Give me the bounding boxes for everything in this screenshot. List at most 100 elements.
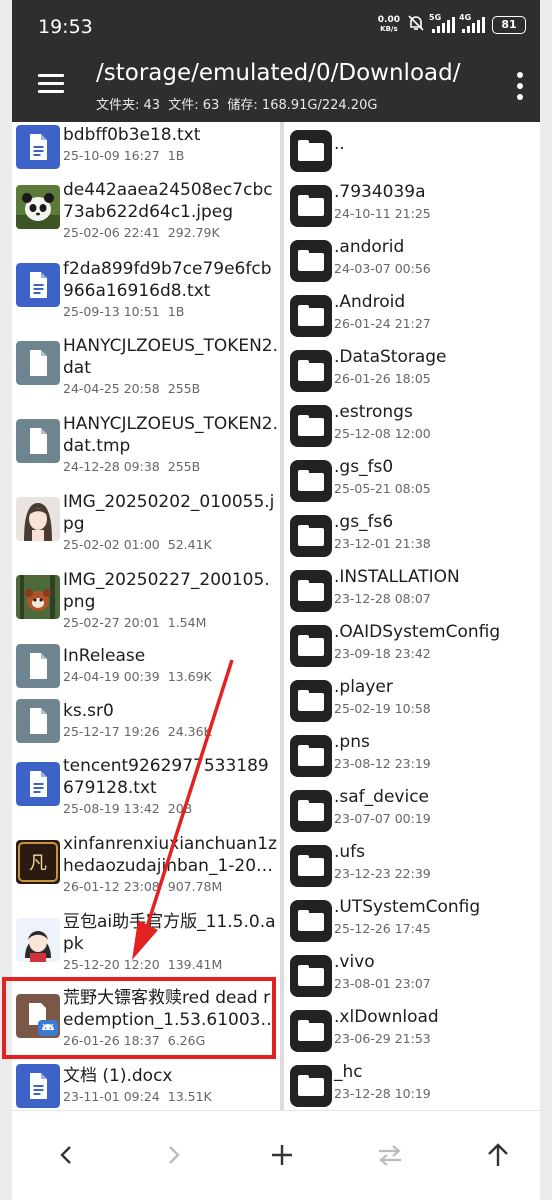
folder-name: .gs_fs6 xyxy=(334,512,394,532)
file-icon xyxy=(16,419,60,463)
folder-row[interactable]: .gs_fs6 23-12-01 21:38 xyxy=(284,509,540,564)
folder-date: 24-03-07 00:56 xyxy=(334,261,431,276)
file-row[interactable]: HANYCJLZOEUS_TOKEN2.dat 24-04-25 20:58 255… xyxy=(12,332,280,410)
folder-name: _hc xyxy=(334,1062,363,1082)
file-row[interactable]: 文档 (1).docx 23-11-01 09:24 13.51K xyxy=(12,1064,280,1110)
file-row[interactable]: tencent9262977533189679128.txt 25-08-19 1… xyxy=(12,754,280,832)
file-name: 文档 (1).docx xyxy=(63,1066,173,1086)
folder-name: .OAIDSystemConfig xyxy=(334,622,501,642)
file-row[interactable]: HANYCJLZOEUS_TOKEN2.dat.tmp 24-12-28 09:3… xyxy=(12,410,280,488)
storage-usage: 储存: 168.91G/224.20G xyxy=(227,98,378,113)
file-size: 255B xyxy=(167,381,201,396)
folder-row[interactable]: .vivo 23-08-01 23:07 xyxy=(284,949,540,1004)
network-speed: 0.00 KB/s xyxy=(377,15,400,34)
file-size: 1B xyxy=(167,304,185,319)
folder-row[interactable]: .pns 23-08-12 23:19 xyxy=(284,729,540,784)
svg-text:凡: 凡 xyxy=(29,853,47,874)
file-icon xyxy=(16,699,60,743)
folder-row[interactable]: .OAIDSystemConfig 23-09-18 23:42 xyxy=(284,619,540,674)
file-row[interactable]: 凡 xinfanrenxiuxianchuan1zhedaozudajinban_… xyxy=(12,832,280,910)
add-button[interactable] xyxy=(260,1133,304,1177)
file-meta: 23-11-01 09:24 13.51K xyxy=(63,1089,220,1104)
folder-row[interactable]: .INSTALLATION 23-12-28 08:07 xyxy=(284,564,540,619)
file-icon xyxy=(16,341,60,385)
file-date: 25-09-13 10:51 xyxy=(63,304,160,319)
folder-row[interactable]: .Android 26-01-24 21:27 xyxy=(284,289,540,344)
back-button[interactable] xyxy=(44,1133,88,1177)
folder-icon xyxy=(290,350,332,392)
menu-icon[interactable] xyxy=(38,74,64,94)
folder-date: 25-12-08 12:00 xyxy=(334,426,431,441)
folder-icon xyxy=(290,735,332,777)
doc-icon xyxy=(16,263,60,307)
status-icons: 0.00 KB/s 5G 4G 81 xyxy=(377,13,526,36)
file-count: 文件: 63 xyxy=(168,98,220,113)
redpanda-image xyxy=(16,575,60,619)
file-name: 豆包ai助手官方版_11.5.0.apk xyxy=(63,912,276,954)
folder-date: 23-12-23 22:39 xyxy=(334,866,431,881)
file-row[interactable]: IMG_20250202_010055.jpg 25-02-02 01:00 52.… xyxy=(12,488,280,566)
folder-row[interactable]: .DataStorage 26-01-26 18:05 xyxy=(284,344,540,399)
folder-date: 23-08-01 23:07 xyxy=(334,976,431,991)
folder-row[interactable]: .xlDownload 23-06-29 21:53 xyxy=(284,1004,540,1059)
folder-icon xyxy=(290,185,332,227)
folder-row[interactable]: .. xyxy=(284,124,540,179)
file-meta: 25-12-17 19:26 24.36K xyxy=(63,724,220,739)
file-size: 13.69K xyxy=(167,669,212,684)
status-time: 19:53 xyxy=(38,16,93,38)
file-row[interactable]: de442aaea24508ec7cbc73ab622d64c1.jpeg 25-… xyxy=(12,177,280,255)
right-folder-pane[interactable]: .. .7934039a 24-10-11 21:25 .andorid 24-03-0… xyxy=(284,122,540,1110)
folder-name: .xlDownload xyxy=(334,1007,439,1027)
file-date: 25-12-20 12:20 xyxy=(63,957,160,972)
folder-row[interactable]: .player 25-02-19 10:58 xyxy=(284,674,540,729)
file-row[interactable]: InRelease 24-04-19 00:39 13.69K xyxy=(12,644,280,699)
folder-name: .saf_device xyxy=(334,787,430,807)
file-row[interactable]: bdbff0b3e18.txt 25-10-09 16:27 1B xyxy=(12,124,280,179)
folder-icon xyxy=(290,625,332,667)
folder-row[interactable]: .gs_fs0 25-05-21 08:05 xyxy=(284,454,540,509)
file-name: IMG_20250202_010055.jpg xyxy=(63,492,275,534)
game-apk: 凡 xyxy=(16,840,60,884)
file-name: tencent9262977533189679128.txt xyxy=(63,756,269,798)
file-size: 13.51K xyxy=(167,1089,212,1104)
file-name: HANYCJLZOEUS_TOKEN2.dat xyxy=(63,336,279,378)
file-date: 25-10-09 16:27 xyxy=(63,148,160,163)
more-options-icon[interactable] xyxy=(514,72,526,100)
file-size: 255B xyxy=(167,459,201,474)
forward-button[interactable] xyxy=(152,1133,196,1177)
folder-date: 23-09-18 23:42 xyxy=(334,646,431,661)
folder-row[interactable]: .saf_device 23-07-07 00:19 xyxy=(284,784,540,839)
current-path: /storage/emulated/0/Download/ xyxy=(96,60,461,86)
file-size: 907.78M xyxy=(167,879,223,894)
folder-name: .7934039a xyxy=(334,182,426,202)
file-name: ks.sr0 xyxy=(63,701,114,721)
file-meta: 24-12-28 09:38 255B xyxy=(63,459,208,474)
folder-row[interactable]: .andorid 24-03-07 00:56 xyxy=(284,234,540,289)
file-name: IMG_20250227_200105.png xyxy=(63,570,270,612)
folder-row[interactable]: _hc 23-12-28 10:19 xyxy=(284,1059,540,1110)
left-file-pane[interactable]: bdbff0b3e18.txt 25-10-09 16:27 1B de442aaea… xyxy=(12,122,280,1110)
folder-icon xyxy=(290,130,332,172)
swap-icon xyxy=(379,1145,401,1166)
folder-date: 23-12-28 10:19 xyxy=(334,1086,431,1101)
file-meta: 25-09-13 10:51 1B xyxy=(63,304,192,319)
file-icon xyxy=(16,644,60,688)
folder-name: .pns xyxy=(334,732,370,752)
folder-date: 25-05-21 08:05 xyxy=(334,481,431,496)
folder-date: 25-02-19 10:58 xyxy=(334,701,431,716)
up-directory-button[interactable] xyxy=(476,1133,520,1177)
folder-row[interactable]: .estrongs 25-12-08 12:00 xyxy=(284,399,540,454)
folder-row[interactable]: .UTSystemConfig 25-12-26 17:45 xyxy=(284,894,540,949)
folder-row[interactable]: .ufs 23-12-23 22:39 xyxy=(284,839,540,894)
folder-date: 24-10-11 21:25 xyxy=(334,206,431,221)
folder-name: .INSTALLATION xyxy=(334,567,460,587)
file-date: 26-01-12 23:08 xyxy=(63,879,160,894)
folder-row[interactable]: .7934039a 24-10-11 21:25 xyxy=(284,179,540,234)
swap-panes-button[interactable] xyxy=(368,1133,412,1177)
file-row[interactable]: IMG_20250227_200105.png 25-02-27 20:01 1.5… xyxy=(12,566,280,644)
file-row[interactable]: ks.sr0 25-12-17 19:26 24.36K xyxy=(12,699,280,754)
file-name: de442aaea24508ec7cbc73ab622d64c1.jpeg xyxy=(63,180,273,222)
folder-name: .estrongs xyxy=(334,402,413,422)
file-row[interactable]: f2da899fd9b7ce79e6fcb966a16916d8.txt 25-0… xyxy=(12,254,280,332)
folder-name: .UTSystemConfig xyxy=(334,897,481,917)
